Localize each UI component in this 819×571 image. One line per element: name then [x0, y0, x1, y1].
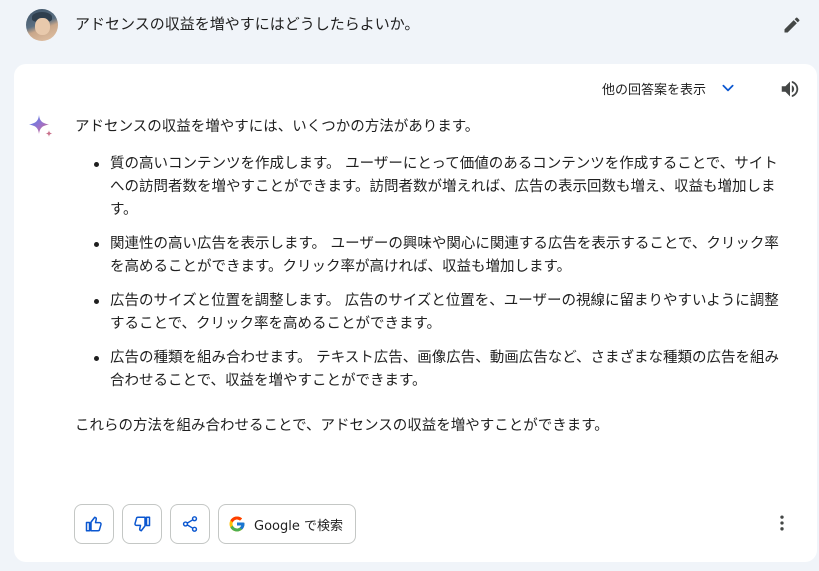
show-drafts-button[interactable]: 他の回答案を表示	[602, 76, 736, 100]
response-intro: アドセンスの収益を増やすには、いくつかの方法があります。	[75, 119, 480, 135]
read-aloud-button[interactable]	[778, 77, 802, 101]
list-item: 広告のサイズと位置を調整します。 広告のサイズと位置を、ユーザーの視線に留まりや…	[94, 290, 785, 336]
gemini-spark-icon	[29, 115, 53, 137]
response-content: アドセンスの収益を増やすには、いくつかの方法があります。 質の高いコンテンツを作…	[75, 116, 785, 438]
list-item: 関連性の高い広告を表示します。 ユーザーの興味や関心に関連する広告を表示すること…	[94, 233, 785, 279]
user-prompt-row: アドセンスの収益を増やすにはどうしたらよいか。	[0, 0, 819, 50]
thumbs-down-button[interactable]	[122, 504, 162, 544]
more-vert-icon	[780, 515, 784, 531]
google-search-label: Google で検索	[254, 518, 343, 534]
pencil-icon	[784, 17, 800, 33]
response-card: 他の回答案を表示 アドセンスの収益を増やすには、いくつかの方法があります。 質の…	[14, 64, 817, 562]
thumbs-up-icon	[85, 516, 102, 532]
response-actions: Google で検索	[74, 504, 356, 544]
avatar-face	[35, 18, 50, 35]
share-icon	[182, 516, 198, 532]
user-prompt-text: アドセンスの収益を増やすにはどうしたらよいか。	[75, 15, 420, 33]
google-g-icon	[229, 516, 245, 532]
edit-prompt-button[interactable]	[780, 13, 804, 37]
list-item: 質の高いコンテンツを作成します。 ユーザーにとって価値のあるコンテンツを作成する…	[94, 153, 785, 222]
user-avatar[interactable]	[26, 9, 58, 41]
speaker-icon	[781, 80, 799, 98]
google-search-button[interactable]: Google で検索	[218, 504, 356, 544]
thumbs-down-icon	[134, 516, 151, 532]
thumbs-up-button[interactable]	[74, 504, 114, 544]
chevron-down-icon	[722, 84, 734, 92]
list-item: 広告の種類を組み合わせます。 テキスト広告、画像広告、動画広告など、さまざまな種…	[94, 347, 785, 393]
share-button[interactable]	[170, 504, 210, 544]
more-options-button[interactable]	[770, 511, 794, 535]
response-list: 質の高いコンテンツを作成します。 ユーザーにとって価値のあるコンテンツを作成する…	[75, 153, 785, 393]
show-drafts-label: 他の回答案を表示	[602, 82, 707, 98]
response-conclusion: これらの方法を組み合わせることで、アドセンスの収益を増やすことができます。	[75, 418, 609, 434]
